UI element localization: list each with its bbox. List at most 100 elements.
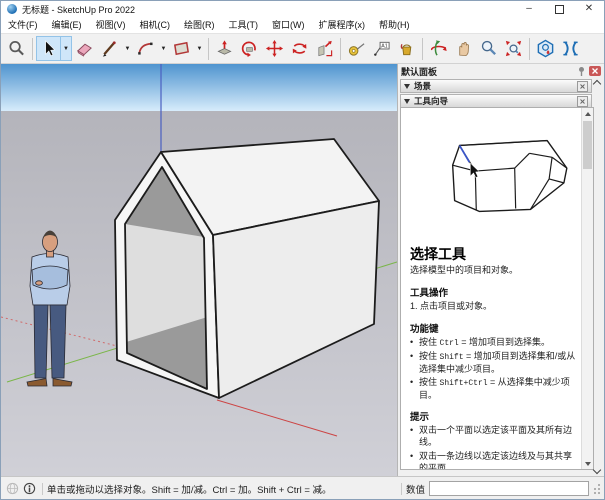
line-dropdown-button[interactable]: ▼ — [122, 36, 133, 61]
modifier-item: •按住 Shift = 增加项目到选择集和/或从选择集中减少项目。 — [410, 351, 577, 375]
house-side-wall — [213, 201, 379, 398]
pan-icon — [454, 39, 473, 58]
default-tray-panel: 默认面板 场景工具向导 — [397, 64, 604, 476]
orbit-tool-button[interactable] — [426, 36, 451, 61]
section-expand-icon[interactable] — [404, 99, 410, 104]
text-tool-button[interactable]: A1 — [369, 36, 394, 61]
resize-grip[interactable] — [591, 482, 601, 496]
zoom-extents-tool-button[interactable] — [501, 36, 526, 61]
menu-tools[interactable]: 工具(T) — [222, 17, 266, 33]
tray-section-0[interactable]: 场景 — [400, 79, 592, 93]
rectangle-tool-button[interactable] — [169, 36, 194, 61]
rotate-tool-button[interactable] — [287, 36, 312, 61]
close-button[interactable]: ✕ — [574, 1, 604, 17]
scrollbar-thumb[interactable] — [583, 121, 592, 169]
push-pull-tool-button[interactable] — [212, 36, 237, 61]
toolbar-separator — [32, 38, 33, 60]
tape-measure-icon — [347, 39, 366, 58]
scale-tool-button[interactable] — [312, 36, 337, 61]
scroll-up-icon[interactable] — [582, 108, 593, 119]
tray-header[interactable]: 默认面板 — [398, 64, 604, 78]
instructor-scrollbar[interactable] — [581, 108, 593, 469]
sketchup-window: 无标题 - SketchUp Pro 2022 – ✕ 文件(F)编辑(E)视图… — [0, 0, 605, 500]
tray-title: 默认面板 — [401, 65, 437, 78]
tray-close-button[interactable] — [589, 66, 601, 76]
pin-icon[interactable] — [577, 66, 586, 76]
menu-help[interactable]: 帮助(H) — [372, 17, 417, 33]
getting-started-toolbar: ▼ ▼ ▼ ▼ A1 — [1, 34, 604, 64]
modifier-list: •按住 Ctrl = 增加项目到选择集。•按住 Shift = 增加项目到选择集… — [410, 337, 577, 402]
scroll-down-icon[interactable] — [582, 458, 593, 469]
trimble-connect-tool-button[interactable] — [558, 36, 583, 61]
tips-list: •双击一个平面以选定该平面及其所有边线。•双击一条边线以选定该边线及与其共享的平… — [410, 425, 577, 469]
bullet-marker: • — [410, 451, 419, 469]
window-title: 无标题 - SketchUp Pro 2022 — [22, 3, 135, 16]
maximize-icon — [555, 5, 564, 14]
tray-section-1[interactable]: 工具向导 — [400, 94, 592, 108]
credits-info-icon[interactable] — [23, 482, 36, 495]
tray-scroll-down-icon[interactable] — [593, 466, 601, 474]
instructor-subtitle: 选择模型中的项目和对象。 — [410, 265, 577, 276]
trimble-connect-icon — [561, 39, 580, 58]
minimize-button[interactable]: – — [514, 1, 544, 17]
follow-me-tool-button[interactable] — [237, 36, 262, 61]
bullet-marker: • — [410, 337, 419, 349]
measurement-label: 数值 — [406, 482, 425, 496]
svg-text:A1: A1 — [381, 44, 387, 50]
tray-sections: 场景工具向导 — [398, 79, 604, 108]
section-expand-icon[interactable] — [404, 84, 410, 89]
select-tool-button[interactable] — [36, 36, 61, 61]
maximize-button[interactable] — [544, 1, 574, 17]
main-area: 默认面板 场景工具向导 — [1, 64, 604, 476]
paint-bucket-tool-button[interactable] — [394, 36, 419, 61]
bullet-marker: • — [410, 377, 419, 401]
menu-extensions[interactable]: 扩展程序(x) — [312, 17, 373, 33]
zoom-icon — [479, 39, 498, 58]
toolbar-separator — [422, 38, 423, 60]
zoom-tool-button[interactable] — [476, 36, 501, 61]
menu-draw[interactable]: 绘图(R) — [177, 17, 222, 33]
operation-list: 1. 点击项目或对象。 — [410, 301, 577, 313]
move-tool-button[interactable] — [262, 36, 287, 61]
menu-view[interactable]: 视图(V) — [89, 17, 133, 33]
extension-warehouse-tool-button[interactable] — [533, 36, 558, 61]
tape-measure-tool-button[interactable] — [344, 36, 369, 61]
status-divider — [42, 483, 43, 495]
section-close-button[interactable] — [577, 81, 588, 92]
line-tool-button[interactable] — [97, 36, 122, 61]
scale-icon — [315, 39, 334, 58]
search-icon — [7, 39, 26, 58]
person-figure — [27, 231, 72, 387]
arc-tool-button[interactable] — [133, 36, 158, 61]
instructor-panel: 选择工具 选择模型中的项目和对象。 工具操作 1. 点击项目或对象。 功能键 •… — [400, 107, 594, 470]
line-icon — [100, 39, 119, 58]
operation-step: 1. 点击项目或对象。 — [410, 301, 577, 313]
tip-item-text: 双击一条边线以选定该边线及与其共享的平面。 — [419, 451, 577, 469]
menu-file[interactable]: 文件(F) — [1, 17, 45, 33]
search-tool-button[interactable] — [4, 36, 29, 61]
tip-item: •双击一条边线以选定该边线及与其共享的平面。 — [410, 451, 577, 469]
select-dropdown-button[interactable]: ▼ — [61, 36, 72, 61]
modifier-item-text: 按住 Shift = 增加项目到选择集和/或从选择集中减少项目。 — [419, 351, 577, 375]
arc-dropdown-button[interactable]: ▼ — [158, 36, 169, 61]
model-scene — [1, 64, 397, 476]
instructor-sketch — [410, 112, 578, 238]
geolocation-icon[interactable] — [6, 482, 19, 495]
pan-tool-button[interactable] — [451, 36, 476, 61]
rectangle-dropdown-button[interactable]: ▼ — [194, 36, 205, 61]
eraser-icon — [75, 39, 94, 58]
viewport-3d[interactable] — [1, 64, 397, 476]
toolbar-separator — [208, 38, 209, 60]
menu-bar: 文件(F)编辑(E)视图(V)相机(C)绘图(R)工具(T)窗口(W)扩展程序(… — [1, 17, 604, 34]
modifier-item-text: 按住 Shift+Ctrl = 从选择集中减少项目。 — [419, 377, 577, 401]
menu-camera[interactable]: 相机(C) — [133, 17, 178, 33]
section-close-button[interactable] — [577, 96, 588, 107]
menu-window[interactable]: 窗口(W) — [265, 17, 312, 33]
measurement-input[interactable] — [429, 481, 589, 496]
modifier-item: •按住 Ctrl = 增加项目到选择集。 — [410, 337, 577, 349]
menu-edit[interactable]: 编辑(E) — [45, 17, 89, 33]
eraser-tool-button[interactable] — [72, 36, 97, 61]
extension-warehouse-icon — [536, 39, 555, 58]
section-label: 场景 — [414, 80, 431, 92]
paint-bucket-icon — [397, 39, 416, 58]
